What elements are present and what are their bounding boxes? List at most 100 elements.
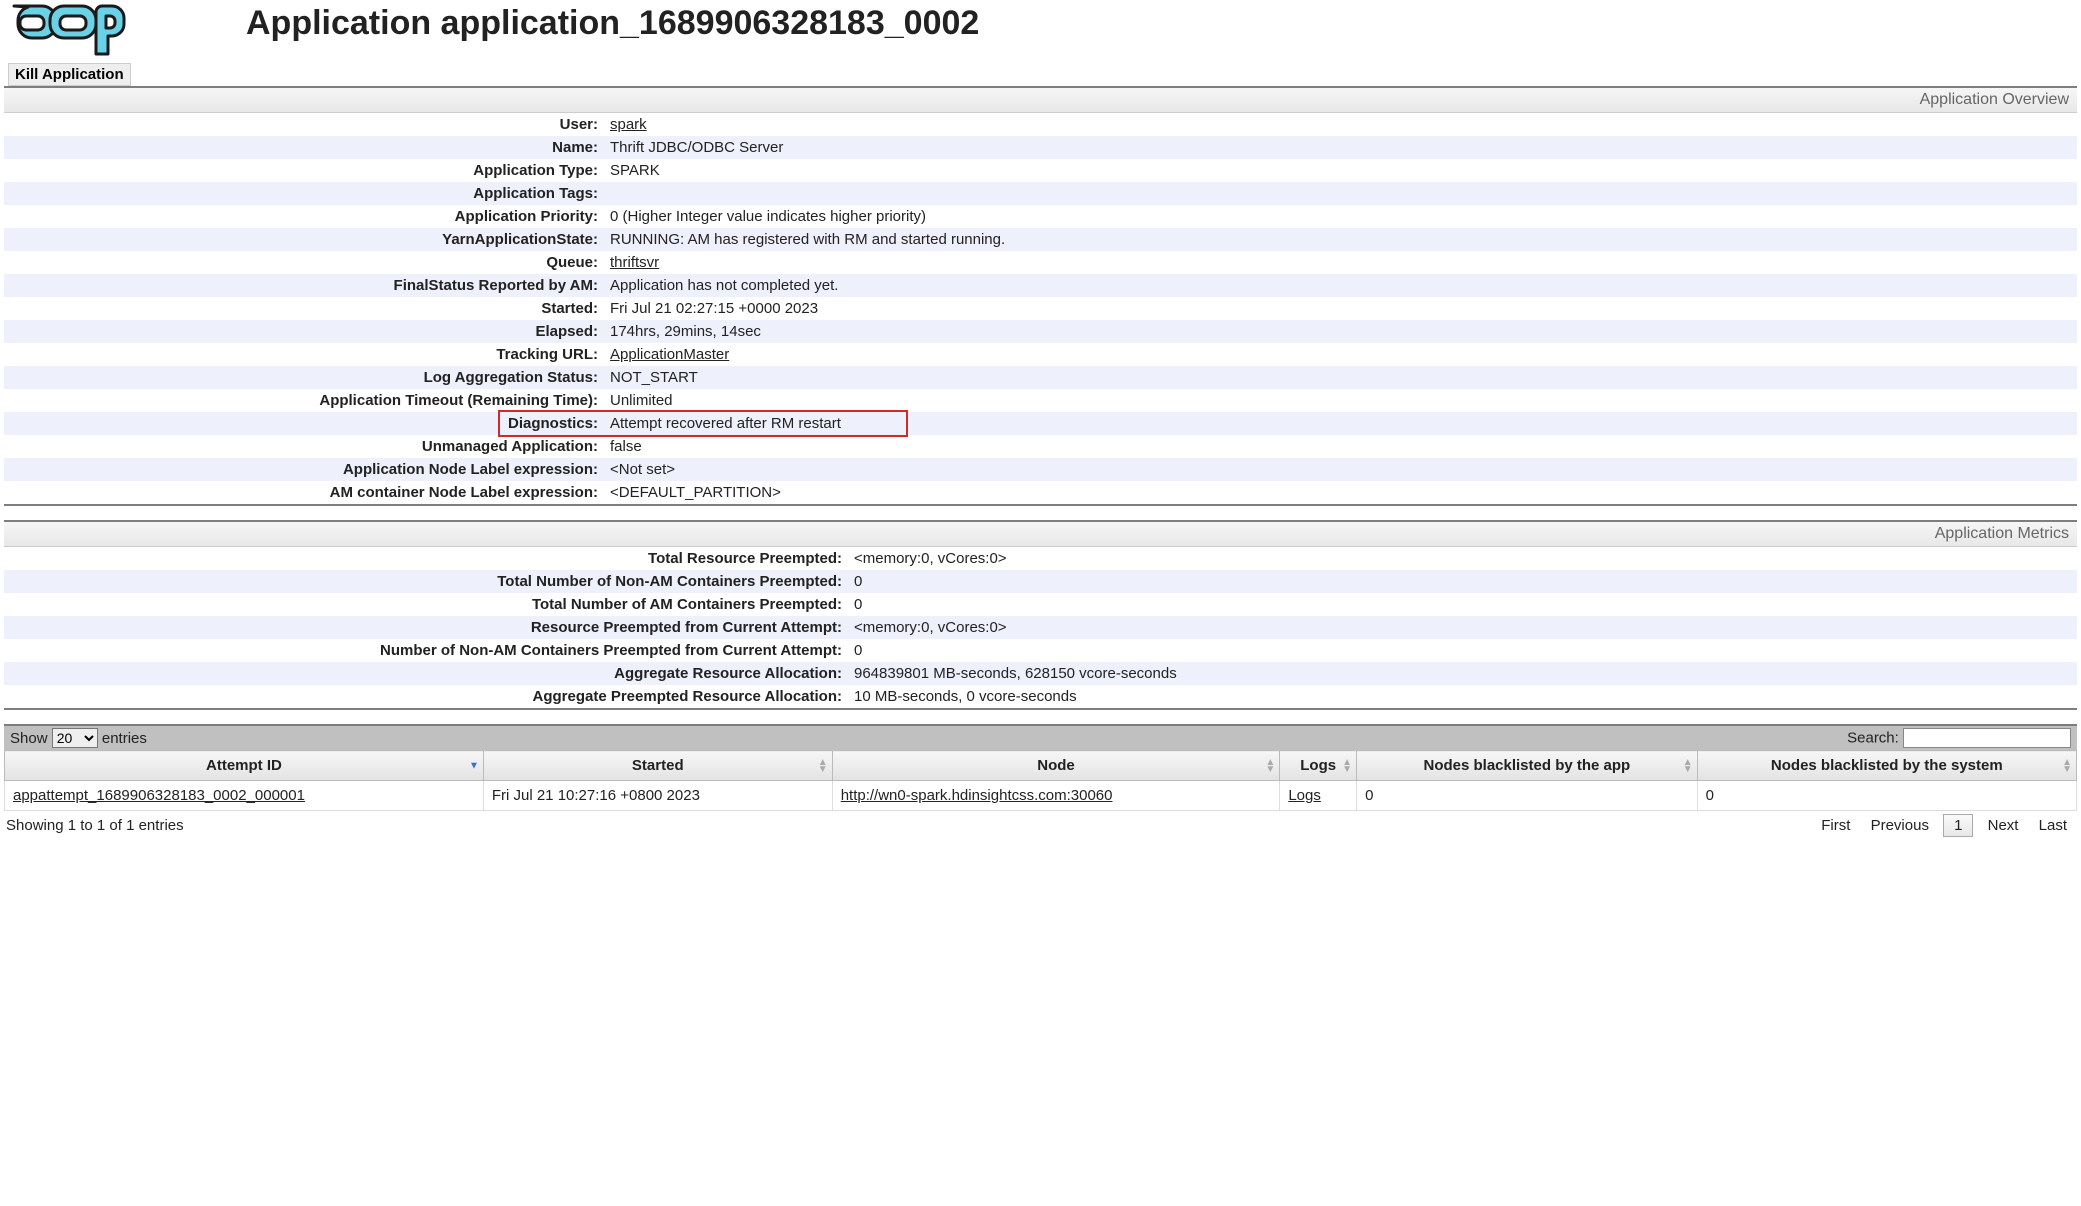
metrics-value: <memory:0, vCores:0> [848,616,2077,639]
overview-value: NOT_START [604,366,2077,389]
overview-row: Application Tags: [4,182,2077,205]
attempt-blacklist-app: 0 [1357,781,1698,811]
attempts-col-header[interactable]: Logs▲▼ [1280,751,1357,781]
pager-next[interactable]: Next [1980,815,2027,836]
attempts-col-header[interactable]: Attempt ID▼ [5,751,484,781]
pager-last[interactable]: Last [2031,815,2075,836]
overview-label: Application Node Label expression: [4,458,604,481]
metrics-row: Aggregate Preempted Resource Allocation:… [4,685,2077,708]
overview-row: User:spark [4,113,2077,136]
application-overview-panel: Application Overview User:sparkName:Thri… [4,86,2077,506]
metrics-label: Total Number of Non-AM Containers Preemp… [4,570,848,593]
overview-label: Application Priority: [4,205,604,228]
metrics-value: 0 [848,639,2077,662]
sort-caret-icon: ▼ [469,762,479,769]
metrics-value: <memory:0, vCores:0> [848,547,2077,570]
metrics-row: Resource Preempted from Current Attempt:… [4,616,2077,639]
overview-row: Application Type:SPARK [4,159,2077,182]
metrics-label: Aggregate Resource Allocation: [4,662,848,685]
attempts-col-header[interactable]: Nodes blacklisted by the system▲▼ [1697,751,2076,781]
sort-caret-icon: ▲▼ [1265,759,1275,773]
overview-value: Unlimited [604,389,2077,412]
overview-value: Attempt recovered after RM restart [604,412,2077,435]
overview-value: thriftsvr [604,251,2077,274]
overview-label: Unmanaged Application: [4,435,604,458]
metrics-label: Total Number of AM Containers Preempted: [4,593,848,616]
overview-value: 0 (Higher Integer value indicates higher… [604,205,2077,228]
show-entries-select[interactable]: 102050100 [52,728,98,748]
overview-row: YarnApplicationState:RUNNING: AM has reg… [4,228,2077,251]
overview-value: <Not set> [604,458,2077,481]
attempt-started: Fri Jul 21 10:27:16 +0800 2023 [483,781,832,811]
overview-label: Log Aggregation Status: [4,366,604,389]
overview-value-link[interactable]: spark [610,116,647,133]
sort-caret-icon: ▲▼ [818,759,828,773]
search-label: Search: [1847,730,1899,747]
pager-first[interactable]: First [1813,815,1858,836]
attempts-table: Attempt ID▼Started▲▼Node▲▼Logs▲▼Nodes bl… [4,750,2077,811]
metrics-row: Total Resource Preempted:<memory:0, vCor… [4,547,2077,570]
overview-label: Elapsed: [4,320,604,343]
attempts-info: Showing 1 to 1 of 1 entries [6,817,184,834]
metrics-label: Aggregate Preempted Resource Allocation: [4,685,848,708]
page-title: Application application_1689906328183_00… [246,4,979,43]
attempts-col-header[interactable]: Started▲▼ [483,751,832,781]
overview-label: Application Type: [4,159,604,182]
overview-value-link[interactable]: ApplicationMaster [610,346,729,363]
overview-row: Queue: thriftsvr [4,251,2077,274]
overview-row: Elapsed:174hrs, 29mins, 14sec [4,320,2077,343]
metrics-label: Number of Non-AM Containers Preempted fr… [4,639,848,662]
overview-label: Diagnostics: [4,412,604,435]
sort-caret-icon: ▲▼ [1342,759,1352,773]
search-input[interactable] [1903,728,2071,748]
overview-label: Name: [4,136,604,159]
metrics-label: Total Resource Preempted: [4,547,848,570]
overview-value: RUNNING: AM has registered with RM and s… [604,228,2077,251]
overview-row: Diagnostics:Attempt recovered after RM r… [4,412,2077,435]
sort-caret-icon: ▲▼ [1683,759,1693,773]
pager-current-page[interactable]: 1 [1943,814,1973,837]
overview-row: Started:Fri Jul 21 02:27:15 +0000 2023 [4,297,2077,320]
attempt-logs-link[interactable]: Logs [1288,787,1321,804]
pager-previous[interactable]: Previous [1863,815,1937,836]
overview-value: ApplicationMaster [604,343,2077,366]
overview-value: false [604,435,2077,458]
show-entries-prefix: Show [10,730,48,747]
attempt-id-link[interactable]: appattempt_1689906328183_0002_000001 [13,787,305,804]
overview-label: AM container Node Label expression: [4,481,604,504]
application-metrics-header: Application Metrics [4,522,2077,547]
overview-label: Application Timeout (Remaining Time): [4,389,604,412]
overview-label: Queue: [4,251,604,274]
application-metrics-panel: Application Metrics Total Resource Preem… [4,520,2077,710]
overview-label: Started: [4,297,604,320]
metrics-label: Resource Preempted from Current Attempt: [4,616,848,639]
attempt-node-link[interactable]: http://wn0-spark.hdinsightcss.com:30060 [841,787,1113,804]
metrics-value: 0 [848,593,2077,616]
overview-row: Name:Thrift JDBC/ODBC Server [4,136,2077,159]
overview-value: 174hrs, 29mins, 14sec [604,320,2077,343]
metrics-value: 10 MB-seconds, 0 vcore-seconds [848,685,2077,708]
attempts-col-header[interactable]: Node▲▼ [832,751,1280,781]
overview-label: YarnApplicationState: [4,228,604,251]
attempt-blacklist-sys: 0 [1697,781,2076,811]
table-row: appattempt_1689906328183_0002_000001 Fri … [5,781,2077,811]
overview-value: Application has not completed yet. [604,274,2077,297]
attempts-section: Show 102050100 entries Search: Attempt I… [4,724,2077,838]
overview-value: spark [604,113,2077,136]
overview-value: SPARK [604,159,2077,182]
overview-value-link[interactable]: thriftsvr [610,254,659,271]
sort-caret-icon: ▲▼ [2062,759,2072,773]
application-overview-header: Application Overview [4,88,2077,113]
attempts-pager: First Previous 1 Next Last [1813,817,2075,834]
show-entries-suffix: entries [102,730,147,747]
attempts-col-header[interactable]: Nodes blacklisted by the app▲▼ [1357,751,1698,781]
overview-value: <DEFAULT_PARTITION> [604,481,2077,504]
overview-value: Thrift JDBC/ODBC Server [604,136,2077,159]
overview-label: Tracking URL: [4,343,604,366]
metrics-row: Total Number of AM Containers Preempted:… [4,593,2077,616]
metrics-row: Number of Non-AM Containers Preempted fr… [4,639,2077,662]
kill-application-button[interactable]: Kill Application [8,63,131,86]
overview-row: AM container Node Label expression:<DEFA… [4,481,2077,504]
metrics-value: 964839801 MB-seconds, 628150 vcore-secon… [848,662,2077,685]
overview-value [604,182,2077,205]
